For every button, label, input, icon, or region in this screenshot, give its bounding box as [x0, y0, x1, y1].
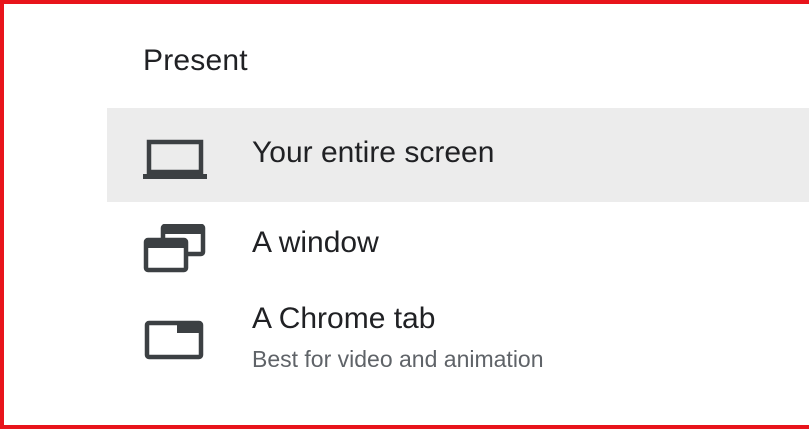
present-menu: Present Your entire screen A window A Ch…: [107, 4, 809, 433]
menu-item-chrome-tab[interactable]: A Chrome tab Best for video and animatio…: [107, 292, 809, 388]
menu-item-label: A Chrome tab: [252, 302, 436, 335]
laptop-icon: [143, 137, 207, 181]
menu-item-label: A window: [252, 226, 379, 259]
menu-title: Present: [143, 44, 248, 77]
menu-item-window[interactable]: A window: [107, 204, 809, 290]
menu-item-label: Your entire screen: [252, 136, 495, 169]
chrome-tab-icon: [143, 319, 207, 363]
window-icon: [143, 223, 207, 273]
screenshot-frame: Present Your entire screen A window A Ch…: [0, 0, 809, 429]
menu-item-sublabel: Best for video and animation: [252, 346, 544, 372]
menu-item-entire-screen[interactable]: Your entire screen: [107, 108, 809, 202]
